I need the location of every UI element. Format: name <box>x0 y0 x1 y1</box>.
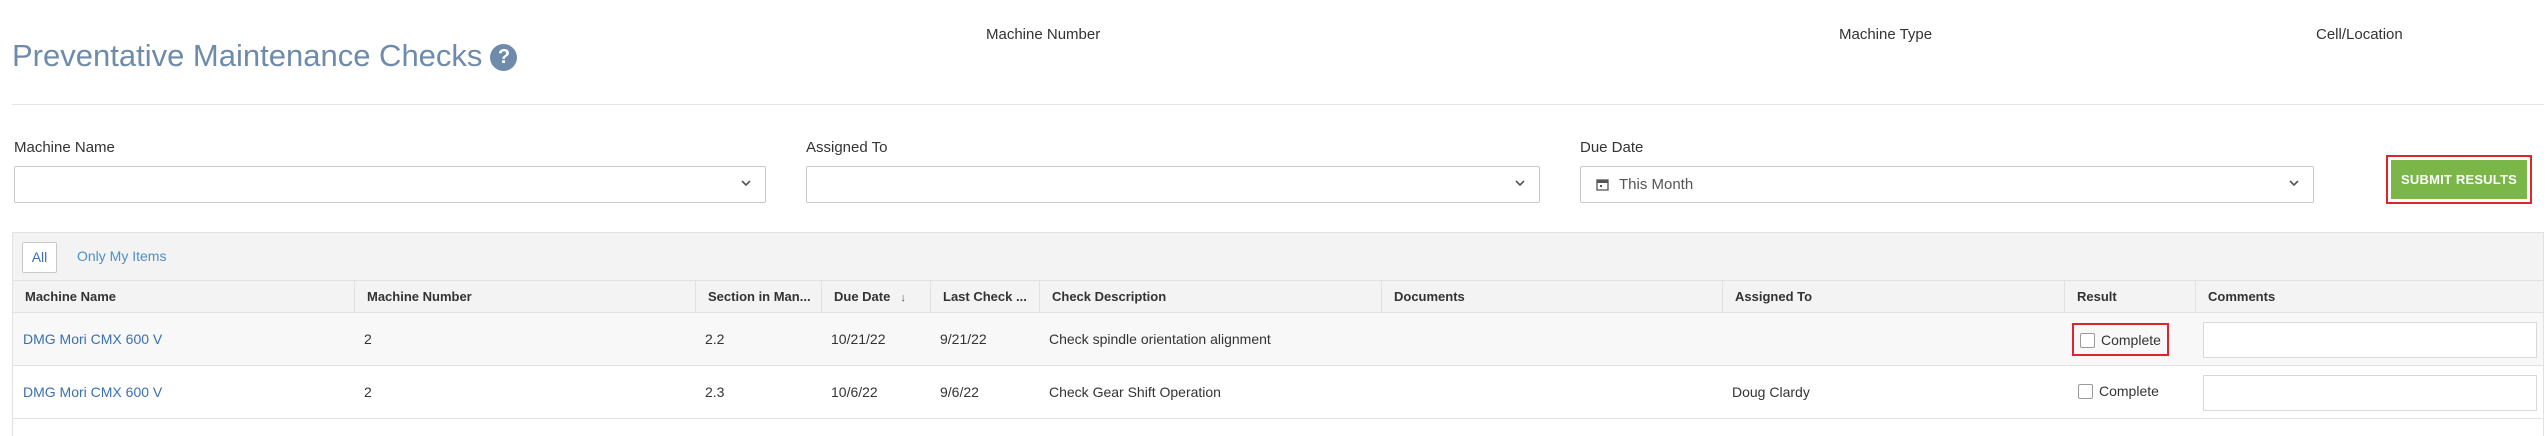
column-header-section[interactable]: Section in Man... <box>695 281 821 313</box>
checkbox-icon[interactable] <box>2078 384 2093 399</box>
chevron-down-icon <box>1515 180 1525 187</box>
due-date-filter-label: Due Date <box>1580 139 1644 156</box>
result-label: Complete <box>2099 383 2159 399</box>
page-title-text: Preventative Maintenance Checks <box>12 38 483 73</box>
machine-number-cell: 2 <box>364 331 372 347</box>
grid-header: Machine Name Machine Number Section in M… <box>13 281 2543 313</box>
cell-location-label: Cell/Location <box>2316 26 2403 43</box>
due-date-cell: 10/6/22 <box>831 384 878 400</box>
page-header: Preventative Maintenance Checks? Machine… <box>0 0 2548 105</box>
section-cell: 2.3 <box>705 384 725 400</box>
maintenance-grid: All Only My Items Machine Name Machine N… <box>12 232 2544 436</box>
assigned-to-cell <box>1724 313 1732 366</box>
documents-cell <box>1383 366 1391 419</box>
result-label: Complete <box>2101 332 2161 348</box>
machine-number-label: Machine Number <box>986 26 1101 43</box>
due-date-select[interactable]: This Month <box>1580 166 2314 203</box>
tab-all[interactable]: All <box>22 242 57 273</box>
due-date-cell: 10/21/22 <box>831 331 886 347</box>
result-complete-checkbox[interactable]: Complete <box>2072 323 2169 356</box>
chevron-down-icon <box>741 180 751 187</box>
sort-descending-icon: ↓ <box>900 292 906 304</box>
machine-name-select[interactable] <box>14 166 766 203</box>
machine-number-cell: 2 <box>364 384 372 400</box>
column-header-check-description[interactable]: Check Description <box>1039 281 1381 313</box>
submit-results-highlight: SUBMIT RESULTS <box>2386 155 2532 204</box>
column-header-comments[interactable]: Comments <box>2195 281 2545 313</box>
column-header-machine-number[interactable]: Machine Number <box>354 281 695 313</box>
machine-name-link[interactable]: DMG Mori CMX 600 V <box>15 313 162 366</box>
machine-name-filter-label: Machine Name <box>14 139 115 156</box>
documents-cell <box>1383 313 1391 366</box>
machine-type-label: Machine Type <box>1839 26 1933 43</box>
section-cell: 2.2 <box>705 331 725 347</box>
table-row: DMG Mori CMX 600 V 2 2.3 10/6/22 9/6/22 … <box>13 366 2543 419</box>
column-header-documents[interactable]: Documents <box>1381 281 1722 313</box>
tab-only-my-items[interactable]: Only My Items <box>77 248 166 264</box>
table-row: DMG Mori CMX 600 V 2 2.2 10/21/22 9/21/2… <box>13 313 2543 366</box>
page-title: Preventative Maintenance Checks? <box>12 34 518 78</box>
header-divider <box>12 104 2544 105</box>
check-description-cell: Check Gear Shift Operation <box>1049 384 1221 400</box>
checkbox-icon[interactable] <box>2080 333 2095 348</box>
result-complete-checkbox[interactable]: Complete <box>2072 376 2165 409</box>
machine-name-link[interactable]: DMG Mori CMX 600 V <box>15 366 162 419</box>
submit-results-button[interactable]: SUBMIT RESULTS <box>2391 160 2527 199</box>
column-header-assigned-to[interactable]: Assigned To <box>1722 281 2064 313</box>
last-check-cell: 9/21/22 <box>940 331 987 347</box>
column-header-result[interactable]: Result <box>2064 281 2195 313</box>
due-date-header-text: Due Date <box>834 289 891 304</box>
column-header-machine-name[interactable]: Machine Name <box>13 281 354 313</box>
calendar-icon <box>1596 179 1609 191</box>
column-header-last-check[interactable]: Last Check ... <box>930 281 1039 313</box>
comments-input[interactable] <box>2203 322 2537 358</box>
last-check-cell: 9/6/22 <box>940 384 979 400</box>
column-header-due-date[interactable]: Due Date ↓ <box>821 281 930 313</box>
assigned-to-select[interactable] <box>806 166 1540 203</box>
assigned-to-cell: Doug Clardy <box>1732 384 1810 400</box>
comments-input[interactable] <box>2203 375 2537 411</box>
grid-toolbar: All Only My Items <box>13 233 2543 281</box>
assigned-to-filter-label: Assigned To <box>806 139 888 156</box>
help-icon[interactable]: ? <box>490 44 518 71</box>
chevron-down-icon <box>2289 180 2299 187</box>
check-description-cell: Check spindle orientation alignment <box>1049 331 1271 347</box>
due-date-select-value: This Month <box>1619 176 1694 193</box>
